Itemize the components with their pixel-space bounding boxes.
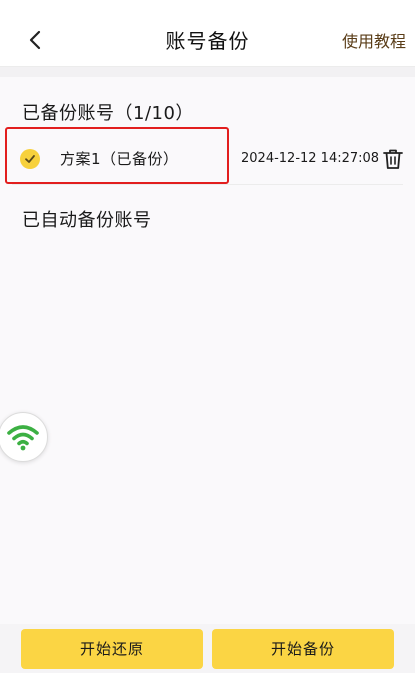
backup-item-timestamp: 2024-12-12 14:27:08 xyxy=(241,151,380,166)
bottom-action-bar: 开始还原 开始备份 xyxy=(0,624,415,673)
backed-up-section-title: 已备份账号（1/10） xyxy=(22,103,194,124)
floating-wifi-button[interactable] xyxy=(0,412,48,462)
delete-button[interactable] xyxy=(381,147,405,171)
account-backup-screen: 账号备份 使用教程 已备份账号（1/10） 方案1（已备份） 2024-12-1… xyxy=(0,0,415,673)
header-bar: 账号备份 使用教程 xyxy=(0,0,415,67)
start-restore-button[interactable]: 开始还原 xyxy=(21,629,203,669)
backup-item-name: 方案1（已备份） xyxy=(60,150,179,168)
tutorial-link[interactable]: 使用教程 xyxy=(342,30,406,54)
auto-backup-section-title: 已自动备份账号 xyxy=(22,210,152,231)
row-divider xyxy=(12,184,403,185)
section-divider xyxy=(0,67,415,77)
trash-icon xyxy=(381,149,405,175)
start-backup-button[interactable]: 开始备份 xyxy=(212,629,394,669)
check-icon[interactable] xyxy=(20,149,40,169)
backup-item-row[interactable]: 方案1（已备份） 2024-12-12 14:27:08 xyxy=(0,134,415,184)
